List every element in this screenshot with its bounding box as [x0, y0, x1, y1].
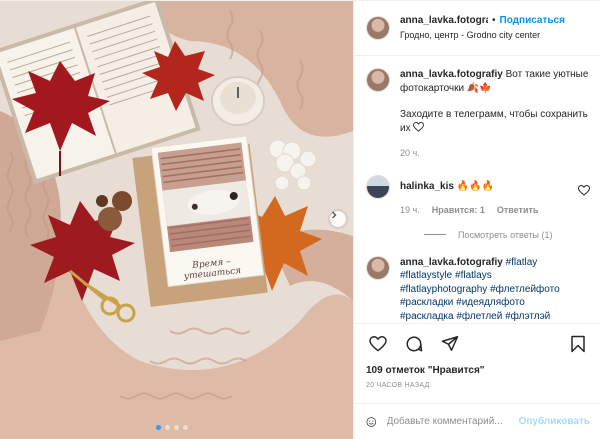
flatlay-illustration	[0, 1, 353, 439]
add-comment-bar: Опубликовать	[354, 403, 600, 439]
avatar[interactable]	[366, 174, 390, 199]
comment-input[interactable]	[386, 416, 519, 427]
avatar[interactable]	[366, 255, 390, 280]
smile-icon[interactable]	[366, 413, 377, 431]
caption-username[interactable]: anna_lavka.fotografiy	[400, 69, 503, 80]
view-replies-button[interactable]: Посмотреть ответы (1)	[424, 230, 590, 240]
follow-button[interactable]: Подписаться	[500, 14, 565, 28]
location-link[interactable]: Гродно, центр - Grodno city center	[400, 28, 565, 42]
heart-icon	[369, 335, 387, 351]
comment-likes-count[interactable]: Нравится: 1	[432, 204, 485, 218]
carousel-next-button[interactable]	[330, 211, 346, 227]
comment-item: anna_lavka.fotografiy #flatlay #flatlays…	[366, 255, 590, 324]
chevron-right-icon	[332, 211, 337, 219]
instagram-post: Время – утешаться anna_lavka.fotografiy …	[0, 0, 600, 439]
caption-time[interactable]: 20 ч.	[400, 147, 420, 161]
comment-username[interactable]: halinka_kis	[400, 181, 454, 192]
caption-comment: anna_lavka.fotografiy Вот такие уютные ф…	[366, 68, 590, 161]
caption-line-2: Заходите в телеграмм, чтобы сохранить их	[400, 109, 588, 134]
author-username[interactable]: anna_lavka.fotografiy	[400, 14, 488, 28]
carousel-dot[interactable]	[174, 425, 179, 430]
avatar[interactable]	[366, 68, 390, 92]
post-header: anna_lavka.fotografiy • Подписаться Грод…	[354, 1, 600, 56]
comment-text: 🔥🔥🔥	[456, 180, 495, 192]
carousel-dot[interactable]	[156, 425, 161, 430]
comment-username[interactable]: anna_lavka.fotografiy	[400, 257, 503, 268]
replies-divider	[424, 234, 446, 235]
comments-list[interactable]: anna_lavka.fotografiy Вот такие уютные ф…	[354, 56, 600, 323]
reply-button[interactable]: Ответить	[497, 204, 539, 218]
comment-time[interactable]: 19 ч.	[400, 204, 420, 218]
share-button[interactable]	[438, 332, 462, 356]
caption-meta: 20 ч.	[400, 147, 590, 161]
comment-meta: 19 ч. Нравится: 1 Ответить	[400, 204, 572, 218]
posted-time[interactable]: 20 ЧАСОВ НАЗАД	[354, 376, 600, 389]
send-icon	[441, 336, 459, 351]
comment-button[interactable]	[402, 332, 426, 356]
header-text: anna_lavka.fotografiy • Подписаться Грод…	[400, 14, 565, 42]
bookmark-icon	[571, 335, 585, 352]
carousel-dot[interactable]	[183, 425, 188, 430]
header-separator: •	[492, 15, 496, 26]
comment-item: halinka_kis 🔥🔥🔥 19 ч. Нравится: 1 Ответи…	[366, 174, 590, 218]
likes-count[interactable]: 109 отметок "Нравится"	[354, 363, 600, 376]
carousel-dot[interactable]	[165, 425, 170, 430]
publish-button[interactable]: Опубликовать	[519, 416, 590, 427]
action-bar	[354, 323, 600, 363]
view-replies-label: Посмотреть ответы (1)	[458, 229, 553, 240]
comment-icon	[406, 335, 423, 351]
save-button[interactable]	[566, 332, 590, 356]
post-photo[interactable]: Время – утешаться	[0, 1, 353, 439]
post-side-panel: anna_lavka.fotografiy • Подписаться Грод…	[353, 1, 600, 439]
carousel-dots	[156, 425, 188, 430]
heart-icon[interactable]	[578, 184, 590, 196]
like-button[interactable]	[366, 332, 390, 356]
avatar[interactable]	[366, 16, 390, 40]
heart-outline-icon	[413, 121, 425, 132]
